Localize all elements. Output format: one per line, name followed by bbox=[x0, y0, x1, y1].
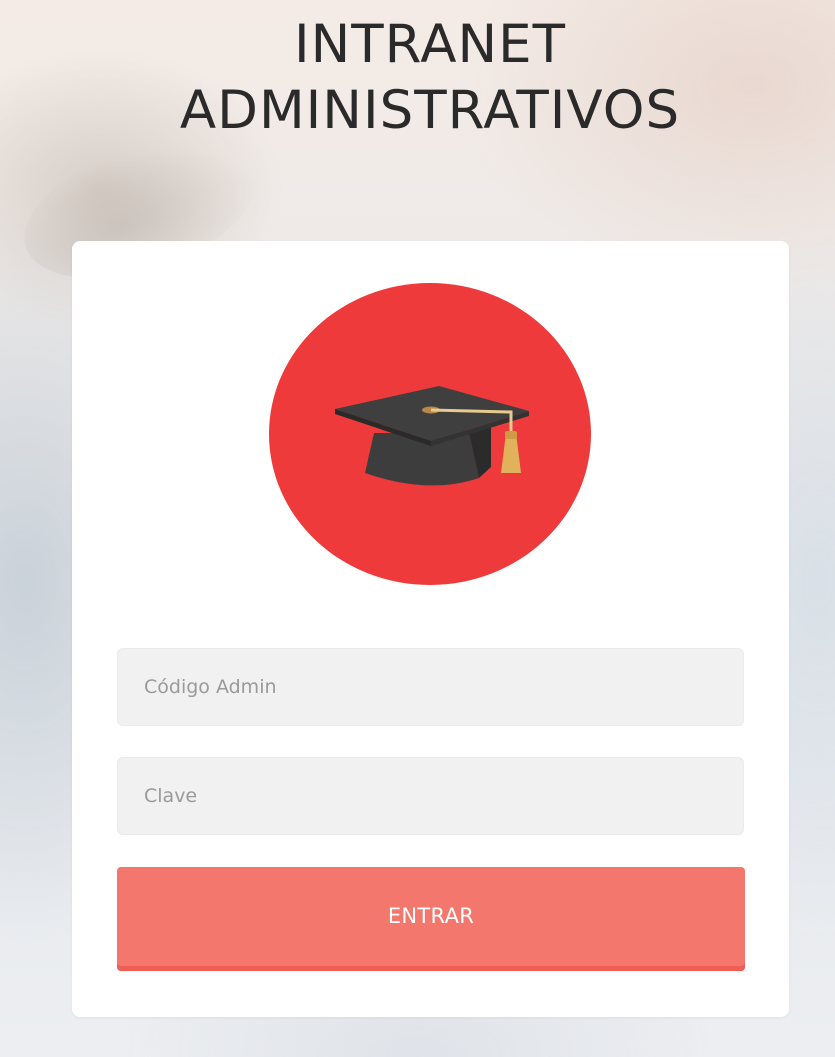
page-title: INTRANET ADMINISTRATIVOS bbox=[0, 12, 835, 144]
login-card: ENTRAR bbox=[72, 241, 789, 1017]
page-title-line-1: INTRANET bbox=[293, 14, 567, 75]
graduation-cap-icon bbox=[335, 386, 529, 486]
login-submit-button[interactable]: ENTRAR bbox=[117, 867, 745, 971]
logo-badge bbox=[269, 283, 591, 585]
page-title-line-2: ADMINISTRATIVOS bbox=[179, 80, 681, 141]
password-input[interactable] bbox=[117, 757, 744, 835]
admin-code-input[interactable] bbox=[117, 648, 744, 726]
